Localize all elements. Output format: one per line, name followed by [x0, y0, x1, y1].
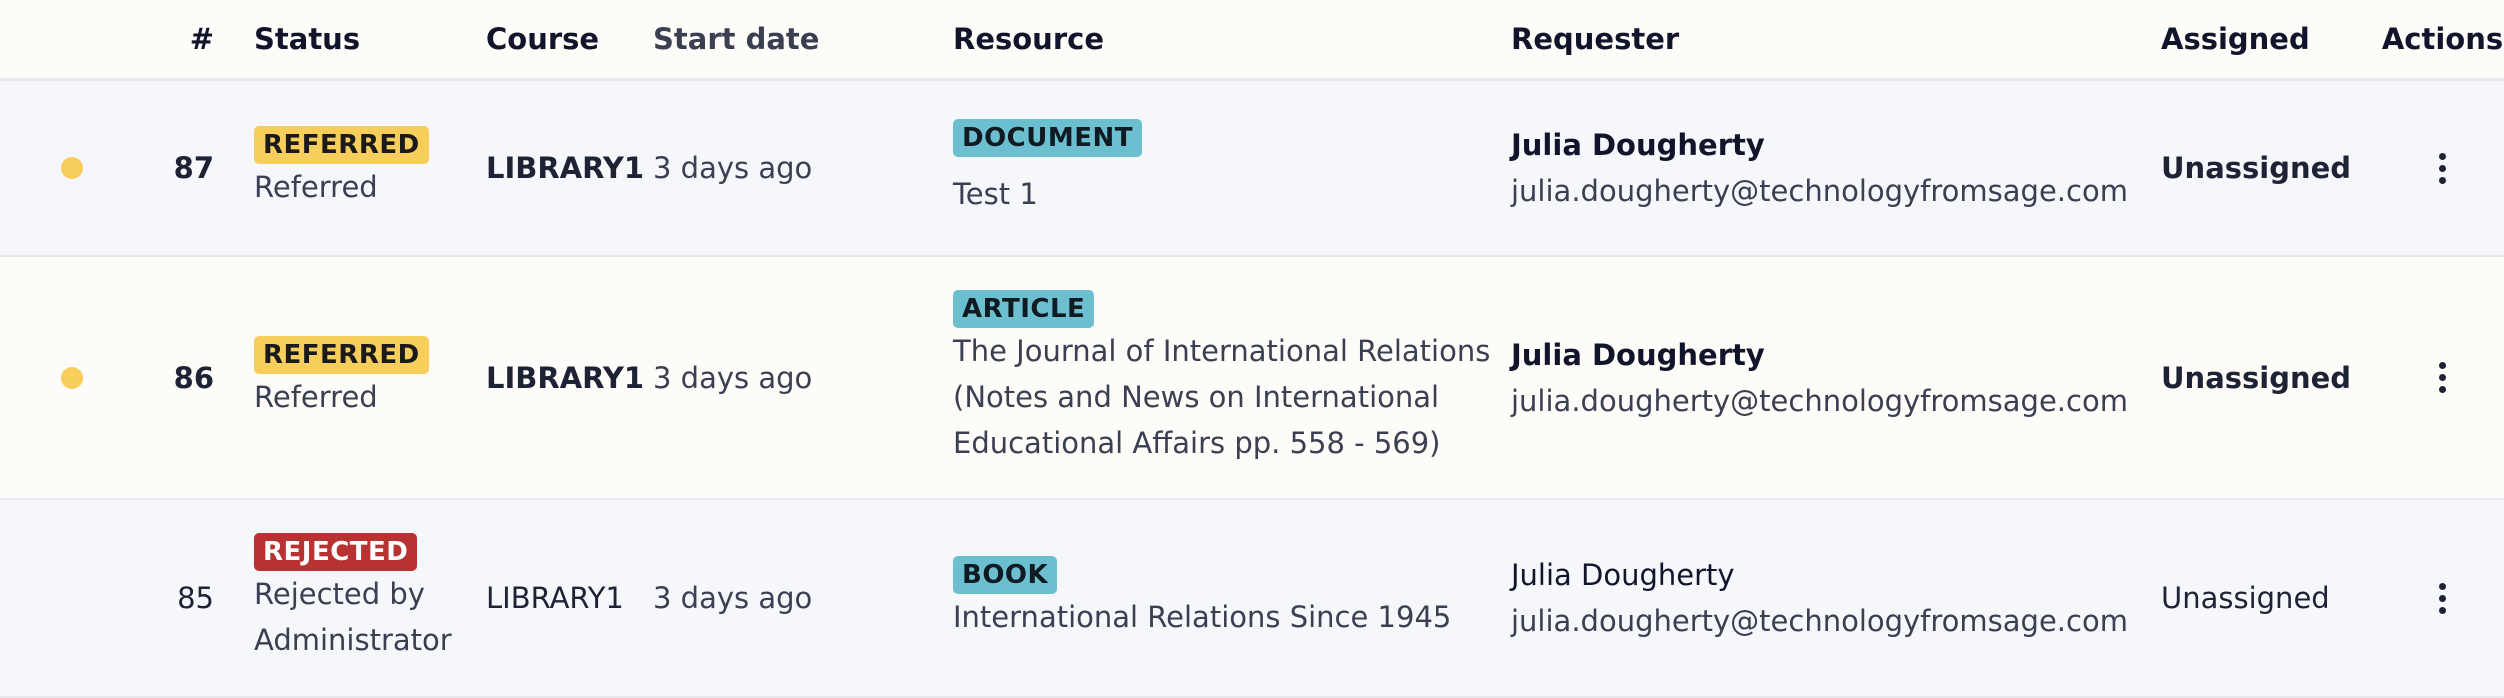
- header-requester[interactable]: Requester: [1511, 22, 2161, 56]
- kebab-menu-icon[interactable]: [2433, 577, 2452, 620]
- unread-dot-icon: [61, 366, 83, 389]
- table-row[interactable]: 86 REFERRED Referred LIBRARY1 3 days ago…: [0, 257, 2504, 500]
- unread-dot-icon: [61, 157, 83, 179]
- resource-type-badge: ARTICLE: [953, 289, 1095, 328]
- requests-table: # Status Course Start date Resource Requ…: [0, 0, 2504, 698]
- resource-cell: BOOK International Relations Since 1945: [953, 556, 1511, 640]
- actions-cell: [2381, 577, 2504, 620]
- table-row[interactable]: 87 REFERRED Referred LIBRARY1 3 days ago…: [0, 81, 2504, 257]
- status-text: Referred: [254, 379, 378, 414]
- start-date: 3 days ago: [653, 581, 813, 615]
- start-date: 3 days ago: [653, 151, 813, 185]
- resource-type-badge: DOCUMENT: [953, 119, 1143, 157]
- start-date: 3 days ago: [653, 360, 813, 395]
- header-status[interactable]: Status: [214, 22, 486, 56]
- resource-title-line[interactable]: (Notes and News on International: [953, 374, 1511, 420]
- course: LIBRARY1: [486, 151, 645, 185]
- kebab-menu-icon[interactable]: [2433, 356, 2452, 399]
- status-cell: REFERRED Referred: [214, 335, 486, 420]
- status-badge: REJECTED: [254, 533, 418, 571]
- course: LIBRARY1: [486, 360, 645, 395]
- header-assigned[interactable]: Assigned: [2161, 22, 2381, 56]
- table-row[interactable]: 85 REJECTED Rejected by Administrator LI…: [0, 500, 2504, 698]
- resource-cell: DOCUMENT Test 1: [953, 119, 1511, 217]
- status-text: Referred: [254, 170, 378, 204]
- requester-name: Julia Dougherty: [1511, 128, 1765, 162]
- request-number: 86: [173, 360, 214, 395]
- kebab-menu-icon[interactable]: [2433, 147, 2452, 190]
- resource-title[interactable]: Test 1: [953, 171, 1511, 217]
- header-resource[interactable]: Resource: [953, 22, 1511, 56]
- request-number: 85: [177, 581, 214, 615]
- requester-cell: Julia Dougherty julia.dougherty@technolo…: [1511, 122, 2161, 214]
- status-cell: REFERRED Referred: [214, 126, 486, 210]
- status-text-line: Rejected by: [254, 577, 425, 611]
- status-cell: REJECTED Rejected by Administrator: [214, 533, 486, 663]
- unread-cell: [0, 366, 140, 389]
- actions-cell: [2381, 147, 2504, 190]
- requester-name: Julia Dougherty: [1511, 558, 1735, 592]
- requester-cell: Julia Dougherty julia.dougherty@technolo…: [1511, 332, 2161, 424]
- resource-title-line[interactable]: The Journal of International Relations: [953, 328, 1511, 374]
- header-start-date[interactable]: Start date: [653, 22, 953, 56]
- status-badge: REFERRED: [254, 126, 429, 164]
- resource-title-line[interactable]: Educational Affairs pp. 558 - 569): [953, 420, 1511, 466]
- status-text-line: Administrator: [254, 623, 452, 657]
- assigned: Unassigned: [2161, 151, 2352, 185]
- request-number: 87: [173, 151, 214, 185]
- resource-title[interactable]: International Relations Since 1945: [953, 594, 1511, 640]
- resource-cell: ARTICLE The Journal of International Rel…: [953, 289, 1511, 466]
- requester-email[interactable]: julia.dougherty@technologyfromsage.com: [1511, 168, 2161, 214]
- table-header: # Status Course Start date Resource Requ…: [0, 0, 2504, 81]
- unread-cell: [0, 157, 140, 179]
- actions-cell: [2381, 356, 2504, 399]
- requester-cell: Julia Dougherty julia.dougherty@technolo…: [1511, 552, 2161, 644]
- requester-email[interactable]: julia.dougherty@technologyfromsage.com: [1511, 378, 2161, 424]
- requester-name: Julia Dougherty: [1511, 337, 1765, 372]
- assigned: Unassigned: [2161, 581, 2330, 615]
- resource-type-badge: BOOK: [953, 556, 1058, 594]
- assigned: Unassigned: [2161, 360, 2352, 395]
- header-actions: Actions: [2381, 22, 2504, 56]
- requester-email[interactable]: julia.dougherty@technologyfromsage.com: [1511, 598, 2161, 644]
- header-num[interactable]: #: [140, 22, 214, 56]
- course: LIBRARY1: [486, 581, 624, 615]
- header-course[interactable]: Course: [486, 22, 653, 56]
- status-badge: REFERRED: [254, 335, 429, 374]
